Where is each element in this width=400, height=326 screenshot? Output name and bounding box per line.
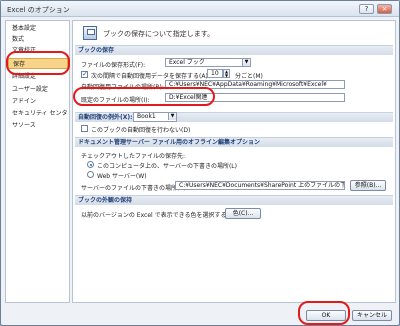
sidebar-item-trust-center[interactable]: セキュリティ センター [8,108,68,128]
sidebar-item-label: アドイン [12,98,37,105]
format-label: ファイルの保存形式(F): [81,62,146,69]
section-preserve-appearance: ブックの外観の保持 [75,195,393,205]
window-title: Excel のオプション [7,6,70,14]
book-select[interactable]: Book1 ▼ [133,112,177,122]
sidebar-item-label: 基本設定 [12,25,37,32]
sidebar-item-label: 数式 [12,36,25,43]
web-server-radio[interactable] [87,171,94,178]
chevron-down-icon: ▼ [242,59,250,66]
minutes-unit-label: 分ごと(M) [235,73,263,80]
drafts-location-label: サーバーのファイルの下書きの場所(V): [81,185,188,192]
sidebar-item-save[interactable]: 保存 [8,58,68,69]
autorecover-minutes-input[interactable]: 10 [207,69,223,78]
minutes-spinner[interactable]: ▲ ▼ [223,69,230,78]
disable-autorecover-label: このブックの自動回復を行わない(D) [91,127,191,134]
server-drafts-radio-label: このコンピュータ上の、サーバーの下書きの場所(L) [97,163,237,170]
sidebar-item-label: 詳細設定 [12,73,37,80]
section-save-workbooks: ブックの保存 [75,45,393,55]
checkout-label: チェックアウトしたファイルの保存先: [81,153,186,160]
options-sidebar: 基本設定 数式 文章校正 保存 詳細設定 ユーザー設定 アドイン セキュリティ … [5,20,70,303]
close-button[interactable]: × [377,4,392,14]
autorecover-checkbox[interactable] [81,70,88,78]
autorecover-label: 次の間隔で自動回復用データを保存する(A): [91,73,210,80]
recover-location-label: 自動回復用ファイルの場所(R): [81,84,164,91]
recover-location-input[interactable]: C:¥Users¥NEC¥AppData¥Roaming¥Microsoft¥E… [165,80,345,89]
colors-label: 以前のバージョンの Excel で表示できる色を選択する: [81,212,229,219]
save-format-value: Excel ブック [169,59,205,66]
sidebar-item-basic[interactable]: 基本設定 [8,23,68,34]
cancel-button[interactable]: キャンセル [352,310,392,321]
section-offline-editing: ドキュメント管理サーバー ファイル用のオフライン編集オプション [75,137,393,147]
disable-autorecover-checkbox[interactable] [81,125,88,132]
save-icon [83,26,97,40]
sidebar-item-label: 文章校正 [12,47,37,54]
drafts-location-input[interactable]: C:¥Users¥NEC¥Documents¥SharePoint 上のファイル… [175,181,345,190]
excel-options-dialog: Excel のオプション ? × 基本設定 数式 文章校正 保存 詳細設定 ユー… [0,0,400,326]
help-button[interactable]: ? [359,4,374,14]
server-drafts-radio[interactable] [87,161,94,168]
sidebar-item-label: ユーザー設定 [12,86,48,93]
default-location-label: 既定のファイルの場所(I): [81,97,150,104]
sidebar-item-advanced[interactable]: 詳細設定 [8,71,68,82]
page-header: ブックの保存について指定します。 [103,30,215,38]
colors-button[interactable]: 色(C)... [225,208,261,219]
section-autorecover-exceptions: 自動回復の例外(X): [75,112,393,122]
web-server-radio-label: Web サーバー(W) [97,173,147,180]
ok-button[interactable]: OK [306,310,346,321]
chevron-down-icon: ▼ [168,113,176,120]
sidebar-item-proofing[interactable]: 文章校正 [8,45,68,56]
browse-button[interactable]: 参照(B)... [350,180,386,191]
sidebar-item-label: リソース [12,122,36,129]
sidebar-item-addins[interactable]: アドイン [8,96,68,107]
sidebar-item-resources[interactable]: リソース [8,120,68,131]
book-select-value: Book1 [137,113,156,120]
autorecover-exceptions-title: 自動回復の例外(X): [78,114,133,121]
default-location-input[interactable]: D:¥Excel関連 [165,93,345,102]
options-main-panel: ブックの保存について指定します。 ブックの保存 ファイルの保存形式(F): Ex… [72,20,396,303]
sidebar-item-customize[interactable]: ユーザー設定 [8,84,68,95]
title-bar: Excel のオプション ? × [1,1,399,17]
sidebar-item-formulas[interactable]: 数式 [8,34,68,45]
save-format-select[interactable]: Excel ブック ▼ [165,58,251,67]
sidebar-item-label: 保存 [13,61,26,68]
